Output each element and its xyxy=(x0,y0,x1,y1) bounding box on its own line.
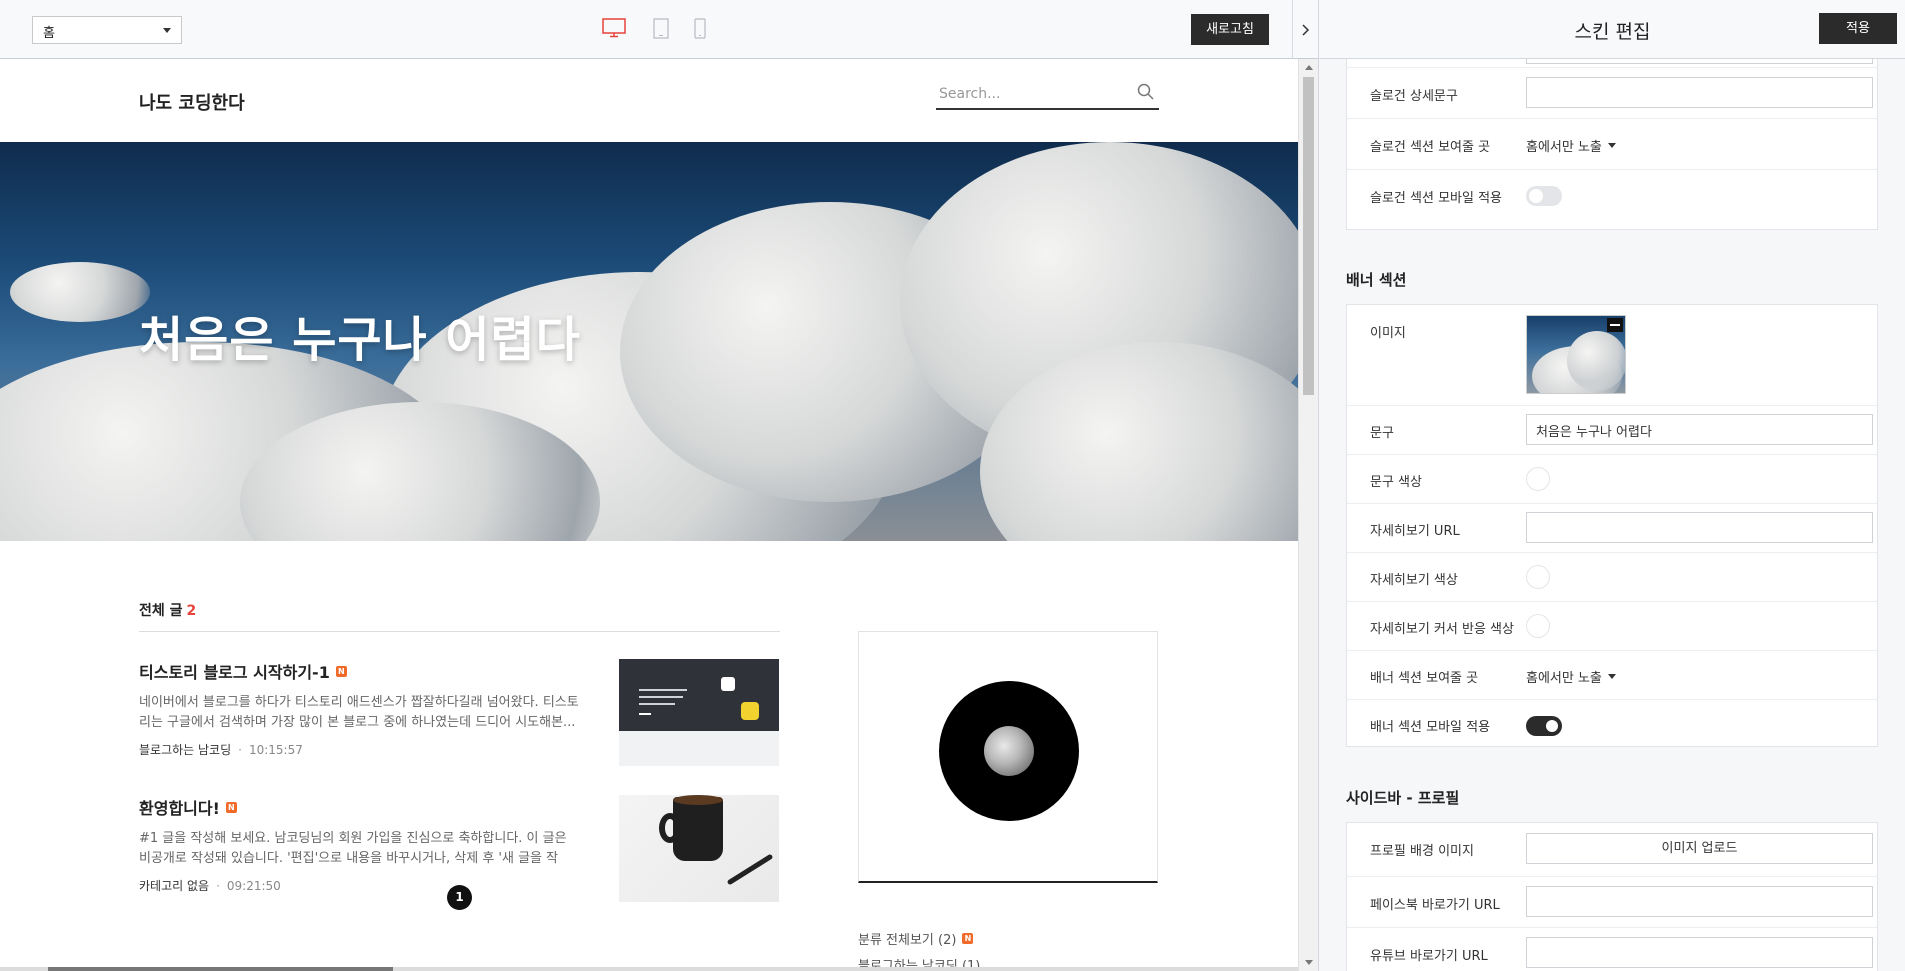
page-select-value: 홈 xyxy=(43,26,55,41)
youtube-url-input[interactable] xyxy=(1526,937,1873,968)
search-box[interactable]: Search... xyxy=(936,77,1159,110)
banner-cloud xyxy=(10,262,150,322)
slogan-prev-input[interactable] xyxy=(1526,59,1873,64)
post-time: 10:15:57 xyxy=(248,743,303,757)
desktop-view-button[interactable] xyxy=(602,18,626,42)
chevron-down-icon xyxy=(163,28,171,33)
new-badge: N xyxy=(962,933,974,944)
banner-show-select[interactable]: 홈에서만 노출 xyxy=(1526,667,1616,686)
banner-text-input[interactable]: 처음은 누구나 어렵다 xyxy=(1526,414,1873,445)
banner-image-preview[interactable] xyxy=(1526,315,1626,394)
posts-label: 전체 글 xyxy=(139,603,183,619)
mobile-view-button[interactable] xyxy=(694,18,706,43)
hscroll-thumb[interactable] xyxy=(48,967,393,971)
scroll-up-icon[interactable] xyxy=(1305,65,1313,70)
panel-header: 스킨 편집 적용 xyxy=(1319,0,1905,59)
chevron-down-icon xyxy=(1607,143,1616,148)
posts-heading: 전체 글2 xyxy=(139,600,196,620)
new-badge: N xyxy=(335,665,347,677)
banner-text-label: 문구 xyxy=(1370,426,1394,441)
blog-title[interactable]: 나도 코딩한다 xyxy=(139,89,245,115)
slogan-show-value: 홈에서만 노출 xyxy=(1526,140,1602,155)
page-select[interactable]: 홈 xyxy=(32,16,182,44)
banner-more-url-label: 자세히보기 URL xyxy=(1370,524,1460,539)
skin-edit-panel: 스킨 편집 적용 슬로건 상세문구 슬로건 섹션 보여줄 곳 홈에서만 노출 슬… xyxy=(1318,0,1905,971)
banner-headline: 처음은 누구나 어렵다 xyxy=(139,312,581,368)
banner-more-color-picker[interactable] xyxy=(1526,565,1550,589)
remove-image-button[interactable] xyxy=(1607,318,1623,332)
banner-text-color-label: 문구 색상 xyxy=(1370,475,1422,490)
new-badge: N xyxy=(225,801,237,813)
banner-mobile-label: 배너 섹션 모바일 적용 xyxy=(1370,720,1491,735)
chevron-down-icon xyxy=(1607,674,1616,679)
chevron-right-icon xyxy=(1301,23,1309,36)
preview-scrollbar[interactable] xyxy=(1298,59,1318,971)
profile-image xyxy=(939,681,1079,821)
slogan-mobile-toggle[interactable] xyxy=(1526,186,1562,206)
post-category[interactable]: 카테고리 없음 xyxy=(139,879,209,893)
refresh-button[interactable]: 새로고침 xyxy=(1191,14,1269,45)
banner-more-hover-color-picker[interactable] xyxy=(1526,614,1550,638)
profile-section-card: 프로필 배경 이미지 이미지 업로드 페이스북 바로가기 URL 유튜브 바로가… xyxy=(1346,822,1878,971)
search-icon[interactable] xyxy=(1137,83,1155,101)
slogan-detail-label: 슬로건 상세문구 xyxy=(1370,89,1458,104)
search-input[interactable]: Search... xyxy=(939,86,1000,102)
slogan-detail-input[interactable] xyxy=(1526,77,1873,108)
sidebar-profile xyxy=(858,631,1158,883)
post-thumbnail[interactable] xyxy=(619,795,779,902)
slogan-mobile-label: 슬로건 섹션 모바일 적용 xyxy=(1370,191,1502,206)
panel-title: 스킨 편집 xyxy=(1574,21,1651,43)
profile-section-title: 사이드바 - 프로필 xyxy=(1346,789,1460,807)
banner-more-url-input[interactable] xyxy=(1526,512,1873,543)
preview-toolbar: 홈 새로고침 xyxy=(0,0,1318,59)
post-item[interactable]: 티스토리 블로그 시작하기-1 N 네이버에서 블로그를 하다가 티스토리 애드… xyxy=(139,659,780,769)
banner-image-label: 이미지 xyxy=(1370,326,1406,341)
slogan-show-label: 슬로건 섹션 보여줄 곳 xyxy=(1370,140,1491,155)
banner-show-label: 배너 섹션 보여줄 곳 xyxy=(1370,671,1479,686)
post-thumbnail[interactable] xyxy=(619,659,779,766)
youtube-url-label: 유튜브 바로가기 URL xyxy=(1370,949,1488,964)
tablet-view-button[interactable] xyxy=(653,18,669,43)
banner-mobile-toggle[interactable] xyxy=(1526,716,1562,736)
horizontal-scrollbar[interactable] xyxy=(0,967,1298,971)
profile-bg-label: 프로필 배경 이미지 xyxy=(1370,844,1474,859)
banner-section-card: 이미지 문구 처음은 누구나 어렵다 문구 색상 자세히보기 URL 자세히보기… xyxy=(1346,304,1878,747)
post-title-text: 환영합니다! xyxy=(139,799,220,818)
panel-collapse-toggle[interactable] xyxy=(1292,0,1318,59)
scroll-thumb[interactable] xyxy=(1303,77,1314,395)
banner-text-color-picker[interactable] xyxy=(1526,467,1550,491)
mobile-icon xyxy=(694,18,706,39)
panel-body: 슬로건 상세문구 슬로건 섹션 보여줄 곳 홈에서만 노출 슬로건 섹션 모바일… xyxy=(1319,59,1905,971)
post-title-text: 티스토리 블로그 시작하기-1 xyxy=(139,663,330,682)
slogan-show-select[interactable]: 홈에서만 노출 xyxy=(1526,136,1616,155)
slogan-section-card: 슬로건 상세문구 슬로건 섹션 보여줄 곳 홈에서만 노출 슬로건 섹션 모바일… xyxy=(1346,59,1878,230)
post-excerpt: #1 글을 작성해 보세요. 남코딩님의 회원 가입을 진심으로 축하합니다. … xyxy=(139,831,567,866)
category-all-link[interactable]: 분류 전체보기 (2) N xyxy=(858,929,974,948)
facebook-url-input[interactable] xyxy=(1526,886,1873,917)
desktop-icon xyxy=(602,18,626,38)
banner-show-value: 홈에서만 노출 xyxy=(1526,671,1602,686)
pagination-current-page[interactable]: 1 xyxy=(447,885,472,910)
blog-preview: 나도 코딩한다 Search... 처음은 누구나 어렵다 전체 글2 티스토리… xyxy=(0,59,1298,971)
category-all-label: 분류 전체보기 (2) xyxy=(858,933,957,948)
divider xyxy=(139,631,780,632)
posts-count: 2 xyxy=(186,603,197,619)
banner-section: 처음은 누구나 어렵다 xyxy=(0,142,1298,541)
banner-section-title: 배너 섹션 xyxy=(1346,271,1407,289)
scroll-down-icon[interactable] xyxy=(1305,960,1313,965)
tablet-icon xyxy=(653,18,669,39)
post-category[interactable]: 블로그하는 남코딩 xyxy=(139,743,231,757)
banner-more-color-label: 자세히보기 색상 xyxy=(1370,573,1458,588)
facebook-url-label: 페이스북 바로가기 URL xyxy=(1370,898,1500,913)
apply-button[interactable]: 적용 xyxy=(1819,13,1897,44)
post-excerpt: 네이버에서 블로그를 하다가 티스토리 애드센스가 짭잘하다길래 넘어왔다. 티… xyxy=(139,695,579,730)
image-upload-button[interactable]: 이미지 업로드 xyxy=(1526,833,1873,864)
post-time: 09:21:50 xyxy=(226,879,281,893)
banner-more-hover-label: 자세히보기 커서 반응 색상 xyxy=(1370,622,1514,637)
